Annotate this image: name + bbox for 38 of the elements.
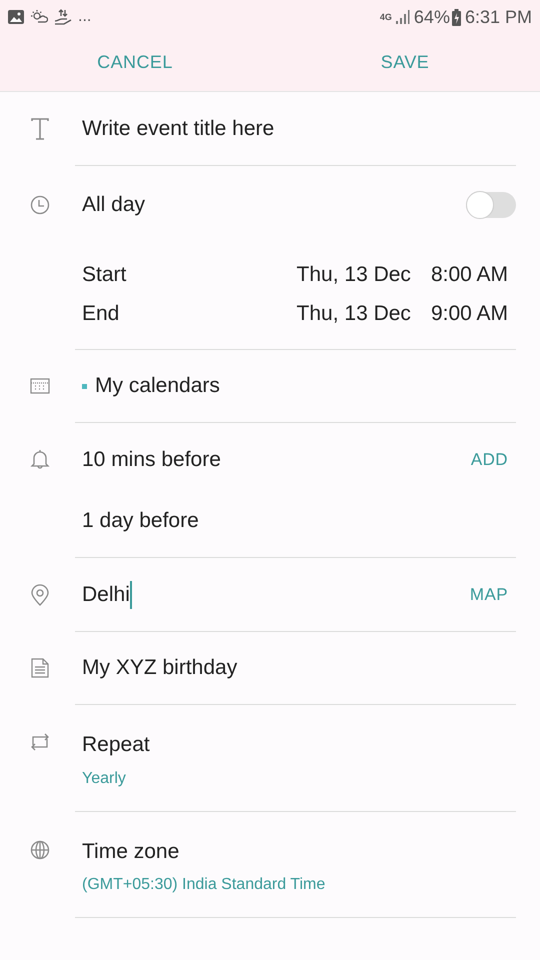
clock-icon [30, 195, 50, 215]
location-pin-icon [31, 584, 49, 606]
end-date[interactable]: Thu, 13 Dec [296, 298, 411, 330]
more-notifications: ... [78, 9, 92, 25]
bell-icon [30, 449, 50, 469]
image-icon [8, 10, 24, 24]
end-label: End [82, 300, 120, 327]
weather-icon [30, 9, 48, 25]
all-day-toggle[interactable] [466, 192, 516, 218]
repeat-label: Repeat [82, 732, 151, 758]
calendar-icon [30, 378, 50, 394]
battery-icon [452, 8, 461, 26]
location-value: Delhi [82, 582, 130, 608]
reminder-item[interactable]: 10 mins before [82, 444, 471, 476]
globe-icon [30, 840, 50, 860]
start-time[interactable]: 8:00 AM [430, 258, 516, 290]
reminder-item[interactable]: 1 day before [82, 504, 516, 536]
time-zone-setting[interactable]: Time zone (GMT+05:30) India Standard Time [82, 836, 516, 897]
signal-icon [396, 10, 410, 24]
battery-percent: 64% [414, 6, 450, 28]
network-type: 4G [380, 12, 392, 22]
clock-time: 6:31 PM [464, 6, 532, 28]
start-label: Start [82, 262, 128, 288]
location-field[interactable]: Delhi [82, 578, 470, 610]
repeat-icon [30, 733, 50, 751]
text-icon [30, 118, 50, 140]
end-time[interactable]: 9:00 AM [430, 298, 516, 330]
title-field[interactable]: Write event title here [82, 112, 516, 144]
notes-field[interactable]: My XYZ birthday [82, 656, 238, 680]
time-zone-value: (GMT+05:30) India Standard Time [82, 875, 326, 895]
document-icon [31, 658, 49, 678]
all-day-label: All day [82, 192, 146, 218]
time-zone-label: Time zone [82, 838, 180, 864]
repeat-setting[interactable]: Repeat Yearly [82, 729, 516, 790]
start-date[interactable]: Thu, 13 Dec [296, 258, 411, 290]
data-hand-icon [54, 9, 72, 25]
repeat-value: Yearly [82, 768, 127, 788]
calendar-selector[interactable]: My calendars [95, 370, 220, 402]
